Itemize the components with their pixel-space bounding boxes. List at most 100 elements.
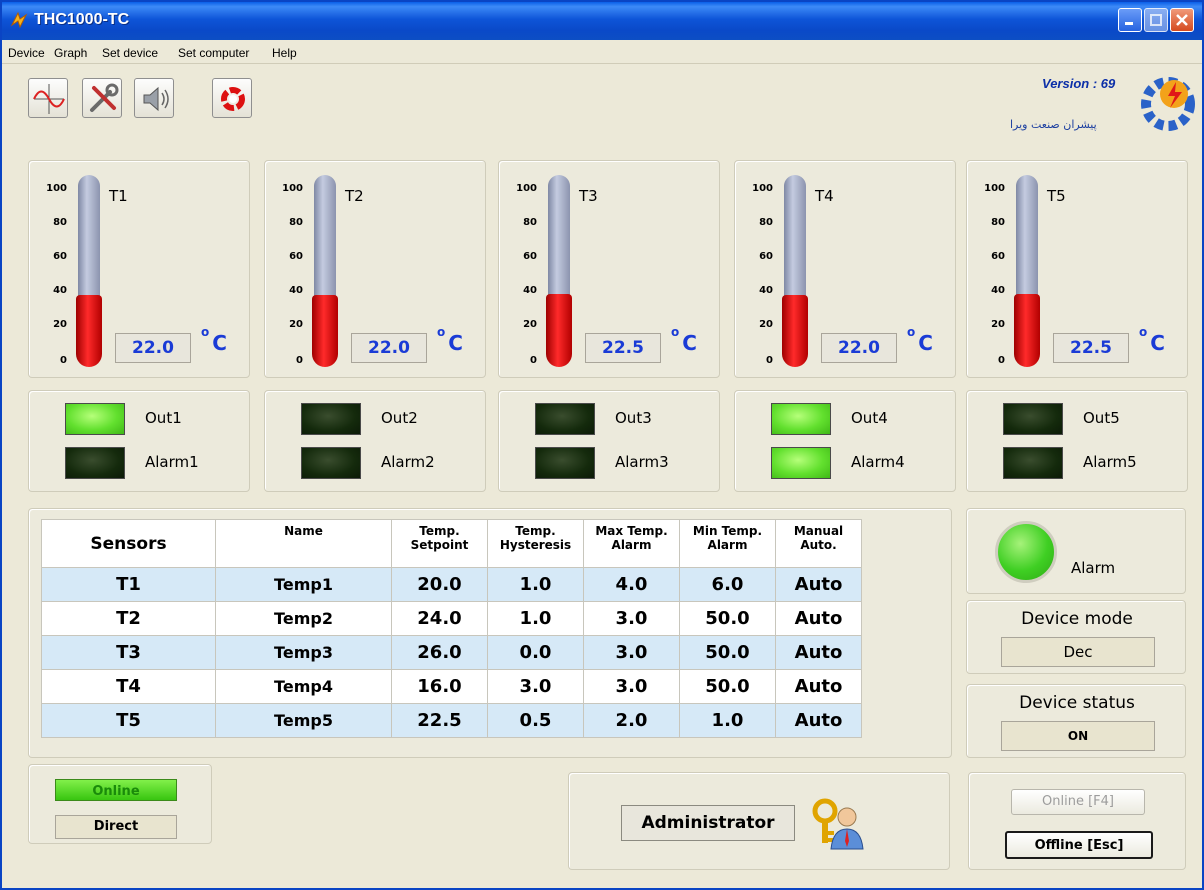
table-cell[interactable]: 0.5 [487,703,584,738]
menu-set-computer[interactable]: Set computer [178,46,249,60]
table-cell[interactable]: 0.0 [487,635,584,670]
table-cell[interactable]: T4 [41,669,216,704]
connect-buttons-panel: Online [F4] Offline [Esc] [968,772,1186,870]
table-cell[interactable]: 3.0 [583,669,680,704]
user-key-icon [812,798,864,850]
menu-device[interactable]: Device [8,46,45,60]
table-cell[interactable]: Auto [775,601,862,636]
table-cell[interactable]: T5 [41,703,216,738]
menu-help[interactable]: Help [272,46,297,60]
table-cell[interactable]: 50.0 [679,669,776,704]
table-cell[interactable]: Temp3 [215,635,392,670]
version-label: Version : 69 [1042,76,1116,91]
company-logo-icon [1141,77,1195,131]
table-cell[interactable]: 1.0 [679,703,776,738]
table-cell[interactable]: 26.0 [391,635,488,670]
table-cell[interactable]: 6.0 [679,567,776,602]
table-cell[interactable]: T2 [41,601,216,636]
table-cell[interactable]: Temp4 [215,669,392,704]
close-icon [1176,14,1188,26]
output-panel: Out3 Alarm3 [498,390,720,492]
sound-tool-button[interactable] [134,78,174,118]
output-led [301,403,361,435]
online-label: Online [92,784,140,799]
degree-icon: o [671,325,680,340]
table-cell[interactable]: 20.0 [391,567,488,602]
company-name: پیشران صنعت ویرا [1010,118,1097,131]
alarm-led [65,447,125,479]
table-cell[interactable]: Temp5 [215,703,392,738]
offline-button[interactable]: Offline [Esc] [1005,831,1153,859]
menu-bar: Device Graph Set device Set computer Hel… [2,40,1202,64]
output-led [1003,403,1063,435]
user-role: Administrator [621,805,795,841]
title-bar[interactable]: THC1000-TC [2,2,1202,40]
settings-tool-button[interactable] [82,78,122,118]
table-cell[interactable]: 1.0 [487,567,584,602]
table-cell[interactable]: 3.0 [487,669,584,704]
scale-tick-label: 60 [289,251,303,262]
table-cell[interactable]: Auto [775,669,862,704]
table-header-cell: Sensors [41,519,216,568]
table-cell[interactable]: Temp2 [215,601,392,636]
speaker-icon [143,86,169,112]
table-cell[interactable]: 50.0 [679,601,776,636]
scale-tick-label: 20 [289,319,303,330]
table-header-cell: Min Temp. Alarm [679,519,776,568]
connect-tool-button[interactable] [212,78,252,118]
scale-tick-label: 100 [752,183,773,194]
output-label: Out5 [1083,409,1120,427]
table-cell[interactable]: 3.0 [583,635,680,670]
device-mode-panel: Device mode Dec [966,600,1186,674]
thermometer-label: T3 [579,187,598,205]
thermometer-panel: 100 80 60 40 20 0 T4 22.0 oC [734,160,956,378]
sensor-table: Sensors Name Temp. Setpoint Temp. Hysteresi… [41,519,862,738]
table-cell[interactable]: 4.0 [583,567,680,602]
alarm-output-label: Alarm2 [381,453,435,471]
table-cell[interactable]: Auto [775,703,862,738]
alarm-indicator [995,521,1057,583]
table-cell[interactable]: T1 [41,567,216,602]
alarm-led [1003,447,1063,479]
table-cell[interactable]: Temp1 [215,567,392,602]
connection-panel: Online Direct [28,764,212,844]
maximize-button[interactable] [1144,8,1168,32]
minimize-button[interactable] [1118,8,1142,32]
table-cell[interactable]: 2.0 [583,703,680,738]
scale-tick-label: 100 [516,183,537,194]
table-header-row: Sensors Name Temp. Setpoint Temp. Hysteresi… [41,519,862,568]
table-cell[interactable]: 1.0 [487,601,584,636]
scale-tick-label: 20 [523,319,537,330]
graph-tool-button[interactable] [28,78,68,118]
alarm-led [301,447,361,479]
table-row[interactable]: T5 Temp5 22.5 0.5 2.0 1.0 Auto [41,703,862,738]
table-row[interactable]: T3 Temp3 26.0 0.0 3.0 50.0 Auto [41,635,862,670]
table-row[interactable]: T1 Temp1 20.0 1.0 4.0 6.0 Auto [41,567,862,602]
output-led [771,403,831,435]
temperature-value: 22.5 [1053,333,1129,363]
table-cell[interactable]: 16.0 [391,669,488,704]
thermometer-panel: 100 80 60 40 20 0 T2 22.0 oC [264,160,486,378]
device-status-title: Device status [1019,693,1135,713]
table-cell[interactable]: 50.0 [679,635,776,670]
online-button[interactable]: Online [F4] [1011,789,1145,815]
menu-set-device[interactable]: Set device [102,46,158,60]
table-row[interactable]: T4 Temp4 16.0 3.0 3.0 50.0 Auto [41,669,862,704]
table-cell[interactable]: Auto [775,567,862,602]
unit-label: C [1150,331,1165,355]
close-button[interactable] [1170,8,1194,32]
table-row[interactable]: T2 Temp2 24.0 1.0 3.0 50.0 Auto [41,601,862,636]
scale-tick-label: 80 [289,217,303,228]
table-cell[interactable]: T3 [41,635,216,670]
scale-tick-label: 40 [523,285,537,296]
alarm-output-label: Alarm1 [145,453,199,471]
output-label: Out3 [615,409,652,427]
table-cell[interactable]: Auto [775,635,862,670]
table-cell[interactable]: 24.0 [391,601,488,636]
alarm-output-label: Alarm4 [851,453,905,471]
minimize-icon [1125,22,1133,25]
maximize-icon [1150,14,1162,26]
menu-graph[interactable]: Graph [54,46,87,60]
table-cell[interactable]: 22.5 [391,703,488,738]
table-cell[interactable]: 3.0 [583,601,680,636]
